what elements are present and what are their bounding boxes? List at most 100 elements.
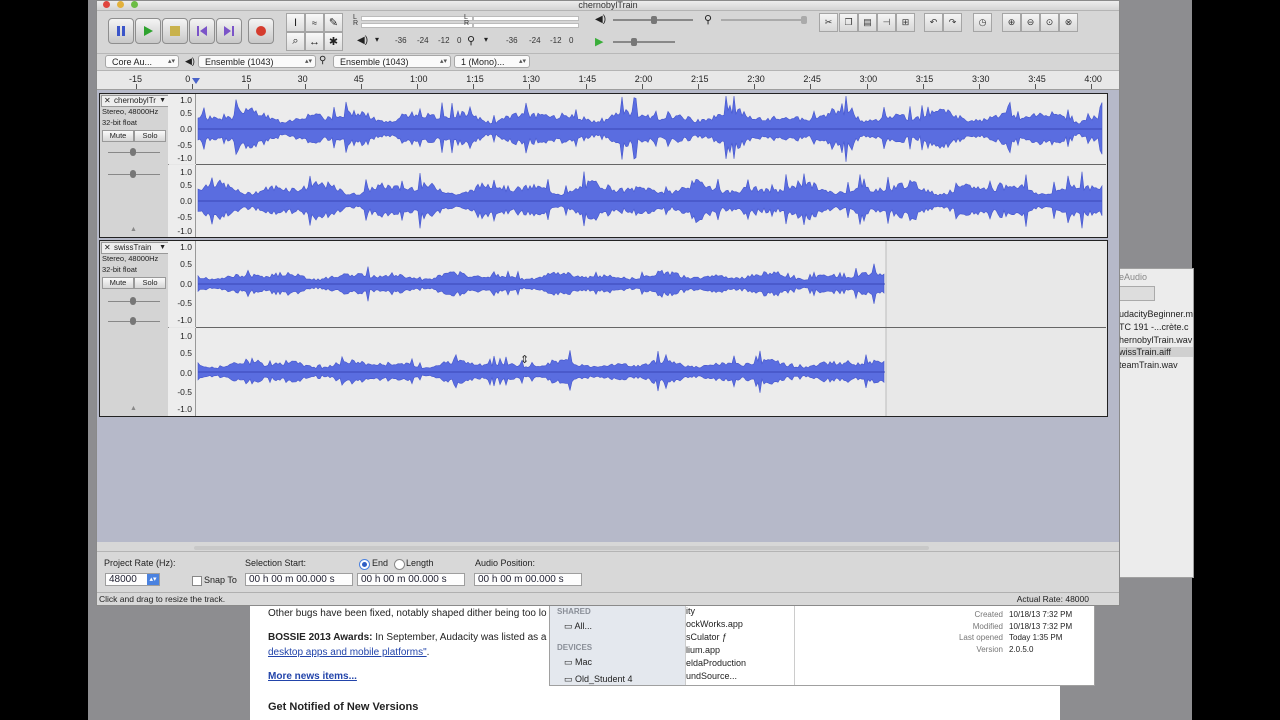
skip-end-button[interactable] — [216, 18, 242, 44]
channels-select[interactable]: 1 (Mono)... ▴▾ — [454, 55, 530, 68]
vertical-scale[interactable]: 1.0 0.5 0.0 -0.5 -1.0 — [168, 165, 196, 237]
zoom-in-button[interactable]: ⊕ — [1002, 13, 1021, 32]
zoom-tool[interactable]: ⌕ — [286, 32, 305, 51]
chevron-down-icon[interactable]: ▾ — [375, 35, 379, 44]
paste-button[interactable]: ▤ — [858, 13, 877, 32]
list-item[interactable]: udacityBeginner.m — [1119, 309, 1193, 319]
slider-thumb[interactable] — [130, 170, 136, 178]
draw-tool[interactable]: ✎ — [324, 13, 343, 32]
sidebar-item-mac[interactable]: ▭ Mac — [564, 657, 592, 668]
vertical-scale[interactable]: 1.0 0.5 0.0 -0.5 -1.0 — [168, 328, 196, 416]
record-button[interactable] — [248, 18, 274, 44]
list-item[interactable]: undSource... — [686, 671, 737, 679]
play-at-speed-icon[interactable]: ▶ — [595, 35, 603, 48]
zoom-out-button[interactable]: ⊖ — [1021, 13, 1040, 32]
list-item[interactable]: ity — [686, 606, 695, 616]
audio-track[interactable]: ✕ chernobylTr ▼ Stereo, 48000Hz 32-bit f… — [99, 93, 1108, 238]
ruler-tick — [641, 84, 643, 89]
list-item[interactable]: sCulator ƒ — [686, 632, 727, 642]
share-button[interactable] — [1119, 286, 1155, 301]
sidebar-item-all[interactable]: ▭ All... — [564, 621, 592, 632]
audio-position-field[interactable]: 00 h 00 m 00.000 s — [474, 573, 582, 586]
selection-start-field[interactable]: 00 h 00 m 00.000 s — [245, 573, 353, 586]
chevron-down-icon[interactable]: ▾ — [484, 35, 488, 44]
close-icon[interactable]: ✕ — [104, 243, 111, 253]
sidebar-heading: DEVICES — [557, 643, 593, 652]
pause-button[interactable] — [108, 18, 134, 44]
slider-thumb[interactable] — [130, 148, 136, 156]
chevron-down-icon[interactable]: ▴▾ — [147, 574, 159, 585]
fit-project-button[interactable]: ⊗ — [1059, 13, 1078, 32]
playback-device-select[interactable]: Ensemble (1043) ▴▾ — [198, 55, 316, 68]
close-icon[interactable]: ✕ — [104, 96, 111, 106]
meter-tick: -24 — [417, 36, 429, 45]
cut-button[interactable]: ✂ — [819, 13, 838, 32]
track-control-panel[interactable]: ✕ chernobylTr ▼ Stereo, 48000Hz 32-bit f… — [100, 94, 169, 237]
mute-button[interactable]: Mute — [102, 130, 134, 142]
waveform-right-channel[interactable] — [196, 165, 1106, 237]
ruler-tick — [585, 84, 587, 89]
collapse-arrow-icon[interactable]: ▲ — [130, 226, 137, 233]
chevron-down-icon[interactable]: ▼ — [159, 243, 166, 253]
timeline-ruler[interactable]: -15 0 15 30 45 1:00 1:15 1:30 1:45 2:00 2:15 2:30 2:… — [97, 71, 1119, 90]
copy-button[interactable]: ❐ — [839, 13, 858, 32]
list-item[interactable]: ockWorks.app — [686, 619, 743, 629]
slider-thumb[interactable] — [801, 16, 807, 24]
list-item[interactable]: lium.app — [686, 645, 720, 655]
list-item[interactable]: teamTrain.wav — [1119, 360, 1178, 370]
track-name-menu[interactable]: ✕ swissTrain ▼ — [101, 242, 169, 254]
list-item[interactable]: hernobylTrain.wav — [1119, 335, 1192, 345]
length-radio[interactable] — [394, 559, 405, 570]
list-item-selected[interactable]: wissTrain.aiff — [1119, 347, 1193, 357]
list-item[interactable]: TC 191 -...crète.c — [1119, 322, 1189, 332]
selection-tool[interactable]: I — [286, 13, 305, 32]
play-speed-slider[interactable] — [613, 41, 675, 43]
horizontal-scrollbar[interactable] — [194, 546, 929, 550]
waveform-right-channel[interactable] — [196, 328, 1106, 416]
mute-button[interactable]: Mute — [102, 277, 134, 289]
title-bar[interactable]: chernobylTrain — [97, 0, 1119, 11]
vertical-scale[interactable]: 1.0 0.5 0.0 -0.5 -1.0 — [168, 94, 196, 164]
track-control-panel[interactable]: ✕ swissTrain ▼ Stereo, 48000Hz 32-bit fl… — [100, 241, 169, 416]
skip-start-button[interactable] — [189, 18, 215, 44]
more-news-link[interactable]: More news items... — [268, 671, 357, 682]
pencil-icon: ✎ — [328, 17, 339, 29]
time-shift-tool[interactable]: ↔ — [305, 32, 324, 51]
slider-thumb[interactable] — [631, 38, 637, 46]
selection-end-field[interactable]: 00 h 00 m 00.000 s — [357, 573, 465, 586]
silence-button[interactable]: ⊞ — [896, 13, 915, 32]
recording-meter[interactable]: LR LR — [349, 14, 579, 29]
waveform-left-channel[interactable] — [196, 94, 1106, 164]
multi-tool[interactable]: ✱ — [324, 32, 343, 51]
play-button[interactable] — [135, 18, 161, 44]
collapse-arrow-icon[interactable]: ▲ — [130, 405, 137, 412]
recording-volume-slider[interactable] — [721, 19, 805, 21]
end-radio[interactable] — [359, 559, 370, 570]
finder-sidebar: SHARED ▭ All... DEVICES ▭ Mac ▭ Old_Stud… — [550, 601, 685, 685]
news-link[interactable]: desktop apps and mobile platforms". — [268, 647, 429, 658]
list-item[interactable]: eldaProduction — [686, 658, 746, 668]
trim-button[interactable]: ⊣ — [877, 13, 896, 32]
track-name-menu[interactable]: ✕ chernobylTr ▼ — [101, 95, 169, 107]
solo-button[interactable]: Solo — [134, 277, 166, 289]
audio-host-select[interactable]: Core Au... ▴▾ — [105, 55, 179, 68]
vertical-scale[interactable]: 1.0 0.5 0.0 -0.5 -1.0 — [168, 241, 196, 327]
slider-thumb[interactable] — [130, 297, 136, 305]
undo-button[interactable]: ↶ — [924, 13, 943, 32]
stop-button[interactable] — [162, 18, 188, 44]
envelope-tool[interactable]: ≈ — [305, 13, 324, 32]
recording-device-select[interactable]: Ensemble (1043) ▴▾ — [333, 55, 451, 68]
audio-track[interactable]: ✕ swissTrain ▼ Stereo, 48000Hz 32-bit fl… — [99, 240, 1108, 417]
slider-thumb[interactable] — [130, 317, 136, 325]
sidebar-item-old[interactable]: ▭ Old_Student 4 — [564, 674, 633, 685]
snap-to-checkbox[interactable] — [192, 576, 202, 586]
silence-icon: ⊞ — [901, 17, 910, 27]
project-rate-combo[interactable]: 48000 ▴▾ — [105, 573, 160, 586]
redo-button[interactable]: ↷ — [943, 13, 962, 32]
fit-selection-button[interactable]: ⊙ — [1040, 13, 1059, 32]
waveform-left-channel[interactable] — [196, 241, 1106, 327]
slider-thumb[interactable] — [651, 16, 657, 24]
solo-button[interactable]: Solo — [134, 130, 166, 142]
sync-lock-button[interactable]: ◷ — [973, 13, 992, 32]
chevron-down-icon[interactable]: ▼ — [159, 96, 166, 106]
